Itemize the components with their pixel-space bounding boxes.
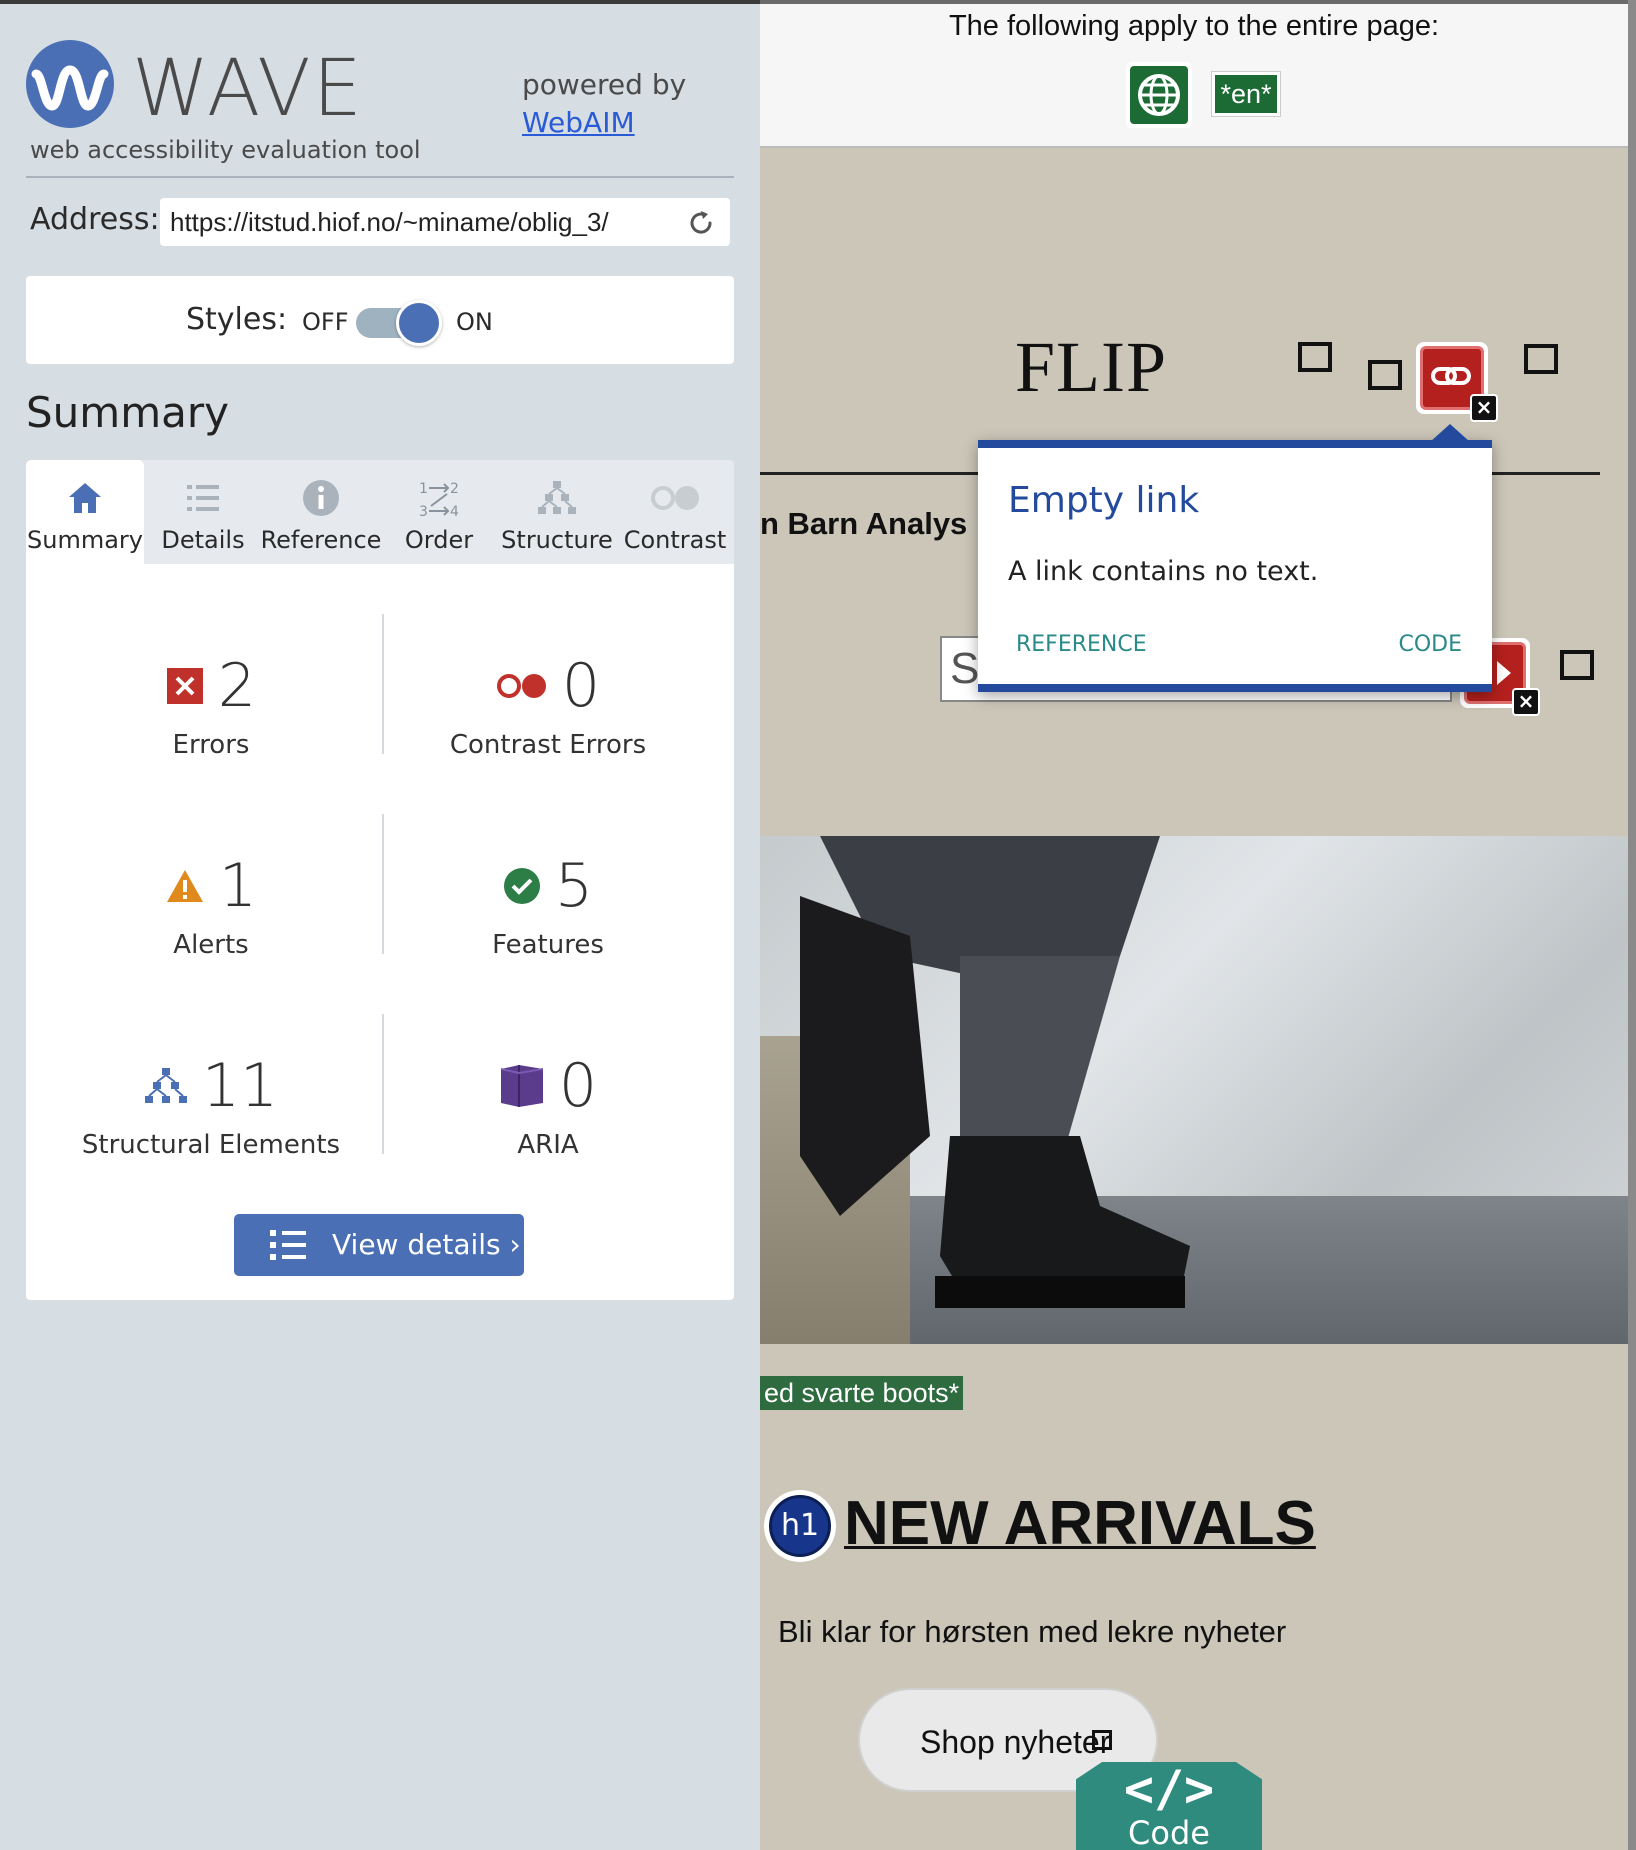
structural-elements-count: 11: [201, 1051, 279, 1121]
summary-card: 2 Errors 0 Contrast Errors 1 Alerts 5 Fe…: [26, 564, 734, 1300]
language-tag: *en*: [1211, 71, 1281, 117]
page-heading[interactable]: NEW ARRIVALS: [844, 1488, 1316, 1559]
svg-text:4: 4: [450, 504, 459, 520]
svg-text:2: 2: [450, 481, 459, 497]
powered-by-text: powered by: [522, 68, 687, 101]
code-panel-tab[interactable]: </> Code: [1076, 1762, 1262, 1850]
styles-on-label: ON: [456, 308, 493, 336]
contrast-errors-count: 0: [561, 651, 601, 721]
error-close-icon: ×: [1470, 394, 1498, 422]
svg-text:3: 3: [419, 504, 428, 520]
styles-toggle-knob[interactable]: [396, 300, 442, 346]
missing-icon-box[interactable]: [1560, 650, 1594, 680]
panel-title: Summary: [26, 388, 229, 437]
errors-stat[interactable]: 2 Errors: [41, 646, 381, 760]
alerts-label: Alerts: [173, 930, 249, 960]
image-alt-tag[interactable]: ed svarte boots*: [760, 1376, 964, 1410]
features-label: Features: [492, 930, 604, 960]
contrast-errors-stat[interactable]: 0 Contrast Errors: [378, 646, 718, 760]
globe-icon: [1138, 74, 1180, 116]
missing-icon-box[interactable]: [1298, 342, 1332, 372]
wave-logo-icon: [26, 40, 114, 128]
window-edge: [1628, 0, 1636, 1850]
contrast-errors-label: Contrast Errors: [449, 730, 647, 760]
page-preview: The following apply to the entire page: …: [760, 4, 1628, 1850]
tab-details[interactable]: Details: [144, 460, 262, 564]
app-window: WAVE web accessibility evaluation tool p…: [0, 0, 1636, 1850]
contrast-error-icon: [496, 674, 546, 698]
header-divider: [26, 176, 734, 178]
popup-title: Empty link: [1008, 480, 1200, 521]
empty-link-error-badge[interactable]: ×: [1416, 342, 1498, 422]
structural-elements-label: Structural Elements: [81, 1130, 341, 1160]
aria-label: ARIA: [517, 1130, 579, 1160]
error-icon: [166, 668, 203, 704]
tab-summary[interactable]: Summary: [26, 460, 144, 564]
missing-icon-box: [1092, 1730, 1112, 1750]
webaim-link[interactable]: WebAIM: [522, 106, 635, 139]
tab-label: Contrast: [623, 526, 727, 554]
address-label: Address:: [30, 202, 160, 237]
missing-icon-box[interactable]: [1524, 344, 1558, 374]
errors-count: 2: [217, 651, 257, 721]
tab-order[interactable]: 1 2 3 4 Order: [380, 460, 498, 564]
structure-elements-icon: [144, 1068, 187, 1103]
boot-illustration: [800, 836, 1190, 1308]
contrast-icon: [651, 486, 699, 510]
tab-contrast[interactable]: Contrast: [616, 460, 734, 564]
alerts-stat[interactable]: 1 Alerts: [41, 846, 381, 960]
missing-icon-box[interactable]: [1368, 360, 1402, 390]
aria-cube-icon: [500, 1065, 544, 1107]
errors-label: Errors: [172, 730, 250, 760]
popup-reference-link[interactable]: REFERENCE: [1016, 632, 1147, 657]
tab-bar: Summary Details Reference 1 2 3 4 Order …: [26, 460, 734, 564]
order-icon: 1 2 3 4: [419, 481, 459, 520]
empty-link-popup: Empty link A link contains no text. REFE…: [978, 424, 1492, 692]
code-icon: </>: [1123, 1760, 1215, 1818]
structure-icon: [538, 481, 576, 514]
document-icons-bar: The following apply to the entire page: …: [760, 4, 1628, 148]
tab-reference[interactable]: Reference: [261, 460, 381, 564]
address-input[interactable]: https://itstud.hiof.no/~miname/oblig_3/: [160, 198, 730, 246]
wave-logo-subtitle: web accessibility evaluation tool: [30, 136, 421, 164]
shop-button-label: Shop nyheter: [920, 1724, 1111, 1760]
svg-text:1: 1: [419, 481, 428, 497]
home-icon: [69, 483, 101, 513]
aria-stat[interactable]: 0 ARIA: [378, 1046, 718, 1160]
main-nav[interactable]: n Barn Analys: [760, 506, 967, 542]
feature-check-icon: [503, 868, 540, 904]
view-details-button[interactable]: View details ›: [234, 1214, 524, 1276]
h1-badge-label: h1: [769, 1495, 831, 1557]
heading-badge[interactable]: h1: [764, 1490, 836, 1562]
list-icon: [270, 1230, 306, 1260]
structural-elements-stat[interactable]: 11 Structural Elements: [41, 1046, 381, 1160]
alert-icon: [166, 870, 203, 902]
tab-structure[interactable]: Structure: [498, 460, 616, 564]
list-icon: [187, 485, 219, 511]
popup-arrow: [1430, 424, 1470, 442]
code-tab-label: Code: [1128, 1814, 1210, 1850]
page-subheading: Bli klar for hørsten med lekre nyheter: [778, 1614, 1287, 1649]
features-stat[interactable]: 5 Features: [378, 846, 718, 960]
popup-description: A link contains no text.: [1008, 556, 1319, 587]
wave-logo-text: WAVE: [132, 44, 364, 134]
refresh-icon[interactable]: [686, 208, 716, 238]
wave-sidebar: WAVE web accessibility evaluation tool p…: [0, 0, 760, 1850]
styles-label: Styles:: [186, 302, 288, 337]
popup-code-link[interactable]: CODE: [1398, 632, 1462, 657]
aria-count: 0: [558, 1051, 598, 1121]
error-close-icon: ×: [1512, 688, 1540, 716]
view-details-label: View details ›: [332, 1228, 521, 1261]
info-icon: [303, 480, 339, 516]
language-feature-badge[interactable]: [1126, 62, 1192, 128]
features-count: 5: [554, 851, 594, 921]
site-logo[interactable]: FLIP: [1015, 326, 1167, 409]
styles-off-label: OFF: [302, 308, 349, 336]
alerts-count: 1: [218, 851, 258, 921]
document-note: The following apply to the entire page:: [948, 10, 1440, 42]
styles-toggle-panel: Styles: OFF ON: [26, 276, 734, 364]
hero-image: [760, 836, 1628, 1344]
